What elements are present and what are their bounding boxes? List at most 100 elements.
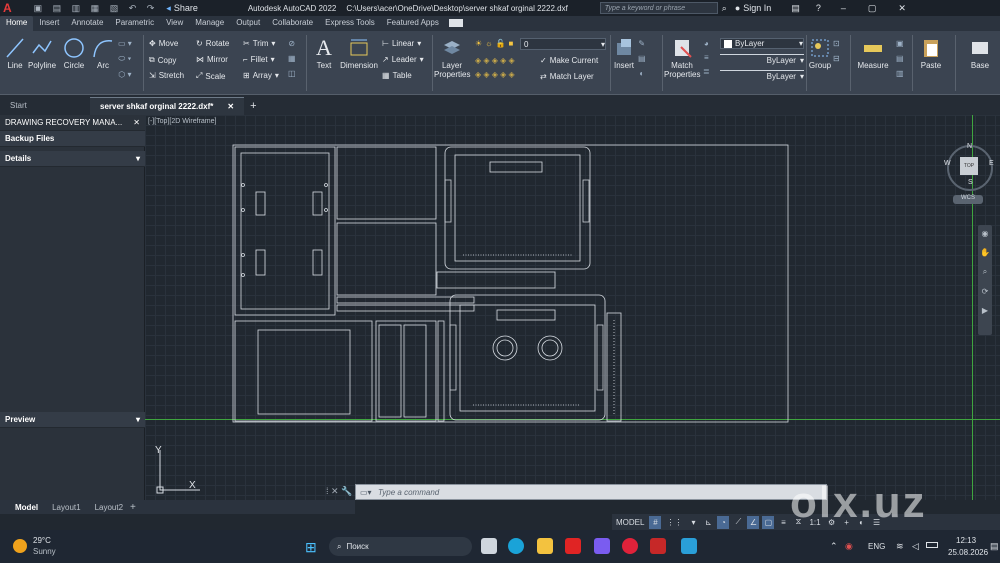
snap-menu-icon[interactable]: ▾ [687, 516, 699, 529]
language-indicator[interactable]: ENG [868, 542, 885, 551]
grid-toggle[interactable]: # [649, 515, 662, 529]
insert-button[interactable]: Insert [612, 37, 636, 70]
volume-icon[interactable]: ◁ [912, 541, 919, 552]
binoculars-icon[interactable]: ⌕ [722, 3, 727, 14]
properties-side-icons[interactable]: ◕ ≡ ≣ [703, 39, 710, 76]
copilot-icon[interactable] [594, 538, 610, 554]
help-icon[interactable]: ? [816, 3, 821, 13]
viewcube-west[interactable]: W [944, 160, 951, 167]
minimize-button[interactable]: – [841, 3, 846, 13]
dimension-button[interactable]: Dimension [340, 37, 378, 70]
model-space-toggle[interactable]: MODEL [614, 516, 646, 529]
navigation-bar[interactable]: ◉ ✋ ⌕ ⟳ ▶ [978, 225, 992, 335]
snap-toggle[interactable]: ⋮⋮ [664, 516, 684, 529]
share-button[interactable]: ◂ Share [166, 3, 198, 14]
isometric-toggle[interactable]: ⟋ [732, 516, 744, 529]
orbit-icon[interactable]: ⟳ [982, 287, 989, 296]
drawing-canvas[interactable]: [-][Top][2D Wireframe] N S W E TOP WCS ◉… [145, 115, 1000, 500]
viewcube-east[interactable]: E [989, 160, 994, 167]
measure-button[interactable]: Measure [856, 37, 890, 70]
layout1-tab[interactable]: Layout1 [45, 503, 87, 512]
group-button[interactable]: Group [808, 37, 832, 70]
layer-dropdown[interactable]: 0 ▾ [520, 38, 606, 50]
group-extra-icons[interactable]: ⊡ ⊟ [833, 39, 840, 63]
preview-section[interactable]: Preview ▾ [0, 412, 145, 428]
steering-wheel-icon[interactable]: ◉ [982, 229, 989, 238]
taskbar-search[interactable]: ⌕ Поиск [329, 537, 472, 556]
drawing-tab[interactable]: server shkaf orginal 2222.dxf* ✕ [90, 97, 245, 115]
showmotion-icon[interactable]: ▶ [982, 306, 988, 315]
panel-toggle-icon[interactable] [448, 19, 463, 27]
mirror-button[interactable]: ⋈ Mirror [196, 55, 228, 64]
command-input[interactable]: ▭▾ Type a command [355, 484, 827, 500]
layer-properties-button[interactable]: Layer Properties [434, 37, 470, 79]
battery-icon[interactable] [926, 542, 938, 548]
file-explorer-icon[interactable] [537, 538, 553, 554]
tab-home[interactable]: Home [0, 16, 34, 31]
lineweight-dropdown[interactable]: ByLayer ▾ [720, 70, 804, 81]
make-current-button[interactable]: ✓ Make Current [540, 56, 598, 65]
match-properties-button[interactable]: Match Properties [664, 37, 700, 79]
task-view-icon[interactable] [481, 538, 497, 554]
model-tab[interactable]: Model [8, 503, 45, 512]
autocad-logo-icon[interactable]: A [3, 1, 12, 15]
layer-state-icons[interactable]: ☀ ☼ 🔓 ■ [475, 39, 513, 48]
viewcube[interactable]: N S W E TOP [944, 143, 994, 191]
backup-files-section[interactable]: Backup Files [0, 131, 145, 147]
weather-condition[interactable]: Sunny [33, 547, 56, 556]
move-button[interactable]: ✥ Move [149, 39, 178, 48]
youtube-icon[interactable] [565, 538, 581, 554]
tab-featured-apps[interactable]: Featured Apps [381, 16, 445, 31]
pan-icon[interactable]: ✋ [980, 248, 990, 257]
linear-button[interactable]: ⊢ Linear ▾ [382, 39, 421, 48]
viewcube-south[interactable]: S [968, 179, 973, 186]
zoom-icon[interactable]: ⌕ [983, 267, 987, 277]
table-button[interactable]: ▦ Table [382, 71, 412, 80]
clock-date[interactable]: 25.08.2026 [948, 548, 988, 557]
tab-manage[interactable]: Manage [189, 16, 230, 31]
fillet-button[interactable]: ⌐ Fillet ▾ [243, 55, 275, 64]
edge-icon[interactable] [508, 538, 524, 554]
tab-express-tools[interactable]: Express Tools [319, 16, 381, 31]
add-layout-button[interactable]: + [130, 502, 136, 513]
copy-button[interactable]: ⧉ Copy [149, 55, 176, 65]
close-button[interactable]: ✕ [898, 3, 906, 14]
array-button[interactable]: ⊞ Array ▾ [243, 71, 279, 80]
cart-icon[interactable]: ▤ [791, 3, 800, 14]
telegram-icon[interactable] [681, 538, 697, 554]
tab-insert[interactable]: Insert [33, 16, 65, 31]
tab-output[interactable]: Output [230, 16, 266, 31]
viewcube-top-face[interactable]: TOP [960, 157, 978, 175]
new-tab-button[interactable]: + [250, 100, 256, 112]
block-extra-icons[interactable]: ✎ ▤ ◐ [638, 39, 646, 78]
notification-icon[interactable]: ▤ [990, 541, 999, 552]
start-tab[interactable]: Start [0, 97, 90, 115]
tab-annotate[interactable]: Annotate [65, 16, 109, 31]
ortho-toggle[interactable]: ⊾ [702, 516, 714, 529]
arc-button[interactable]: Arc [92, 37, 114, 70]
weather-temperature[interactable]: 29°C [33, 536, 51, 545]
base-view-button[interactable]: Base [966, 37, 994, 70]
trim-button[interactable]: ✂ Trim ▾ [243, 39, 275, 48]
leader-button[interactable]: ↗ Leader ▾ [382, 55, 424, 64]
text-button[interactable]: A Text [312, 35, 336, 70]
search-box[interactable]: Type a keyword or phrase [599, 2, 718, 14]
tab-parametric[interactable]: Parametric [109, 16, 160, 31]
autocad-taskbar-icon[interactable] [650, 538, 666, 554]
modify-extra-icons[interactable]: ⊘ ▦ ◫ [288, 39, 296, 78]
lineweight-toggle[interactable]: ≡ [777, 516, 789, 529]
tray-app-icon[interactable]: ◉ [845, 541, 853, 552]
wcs-menu[interactable]: WCS [953, 195, 983, 204]
tab-collaborate[interactable]: Collaborate [266, 16, 319, 31]
polar-toggle[interactable]: ◔ [717, 515, 730, 529]
layout2-tab[interactable]: Layout2 [88, 503, 130, 512]
maximize-button[interactable]: ▢ [868, 3, 877, 14]
stretch-button[interactable]: ⇲ Stretch [149, 71, 184, 80]
draw-extra-icons[interactable]: ▭ ▾ ⬭ ▾ ⬡ ▾ [118, 39, 132, 79]
clock-time[interactable]: 12:13 [956, 536, 976, 545]
start-button[interactable]: ⊞ [305, 539, 317, 556]
object-snap-toggle[interactable]: ▢ [762, 515, 775, 529]
circle-button[interactable]: Circle [62, 37, 86, 70]
color-dropdown[interactable]: ByLayer ▾ [720, 38, 804, 49]
wifi-icon[interactable]: ≋ [896, 541, 904, 552]
